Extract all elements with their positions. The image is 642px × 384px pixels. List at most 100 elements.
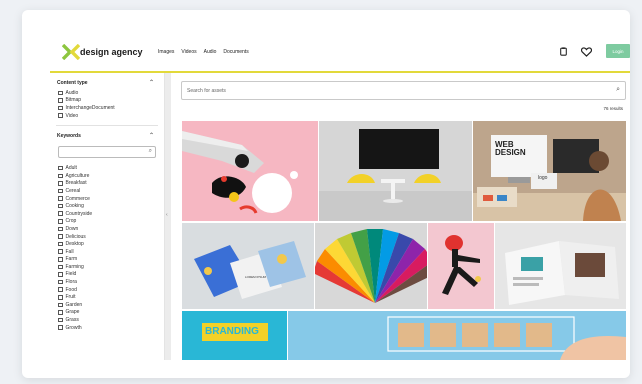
image-tile-wood-blocks[interactable] xyxy=(288,311,626,360)
checkbox[interactable] xyxy=(58,241,63,247)
checkbox[interactable] xyxy=(58,226,63,232)
login-button[interactable]: Login xyxy=(606,44,630,58)
checkbox[interactable] xyxy=(58,98,63,103)
keyword-option[interactable]: Agriculture xyxy=(50,172,164,180)
checkbox[interactable] xyxy=(58,264,63,270)
checkbox[interactable] xyxy=(58,165,63,171)
keyword-option-label: Fall xyxy=(65,248,74,255)
image-tile-color-swatches[interactable] xyxy=(315,223,427,309)
content-type-option-label: Bitmap xyxy=(65,97,82,104)
keyword-option[interactable]: Down xyxy=(50,225,164,233)
keyword-option[interactable]: Food xyxy=(50,286,164,294)
asset-search-input[interactable]: Search for assets ⌕ xyxy=(181,81,626,100)
keyword-option[interactable]: Crop xyxy=(50,218,164,226)
keyword-option[interactable]: Garden xyxy=(50,301,164,309)
image-tile-collage-figure[interactable] xyxy=(428,223,494,309)
keyword-option[interactable]: Farming xyxy=(50,263,164,271)
checkbox[interactable] xyxy=(58,181,63,186)
brand-name[interactable]: design agency xyxy=(80,47,143,57)
keyword-option[interactable]: Cooking xyxy=(50,202,164,210)
checkbox[interactable] xyxy=(58,257,63,262)
chevron-up-icon[interactable]: ⌃ xyxy=(149,132,154,139)
keyword-option[interactable]: Breakfast xyxy=(50,180,164,188)
keyword-option-label: Cereal xyxy=(65,187,81,194)
collapse-arrow-icon[interactable]: ‹ xyxy=(166,212,168,218)
keyword-option[interactable]: Commerce xyxy=(50,195,164,203)
keyword-option[interactable]: Flora xyxy=(50,278,164,286)
checkbox[interactable] xyxy=(58,295,63,300)
checkbox[interactable] xyxy=(58,325,63,330)
content-type-header[interactable]: Content type ⌃ xyxy=(50,73,164,89)
keyword-option[interactable]: Fruit xyxy=(50,293,164,301)
checkbox[interactable] xyxy=(58,211,63,216)
nav-images[interactable]: Images xyxy=(158,49,174,55)
checkbox[interactable] xyxy=(58,249,63,254)
image-tile-web-design[interactable]: WEB DESIGN logo xyxy=(473,121,626,221)
content-type-option-label: Video xyxy=(65,112,79,119)
collage-figure-illustration xyxy=(442,235,481,295)
content-type-list: Audio Bitmap InterchangeDocument Video xyxy=(50,89,164,119)
keyword-option-label: Countryside xyxy=(65,210,93,217)
desk-illustration xyxy=(473,121,626,221)
search-icon[interactable]: ⌕ xyxy=(616,86,620,94)
keywords-header[interactable]: Keywords ⌃ xyxy=(50,126,164,142)
keyword-search-input[interactable]: ⌕ xyxy=(58,146,156,159)
keywords-title: Keywords xyxy=(57,133,81,140)
keyword-list: Adult Agriculture Breakfast Cereal Commerce C… xyxy=(50,164,164,331)
image-tile-hand-card[interactable] xyxy=(182,121,318,221)
keyword-option[interactable]: Farm xyxy=(50,256,164,264)
logo-icon[interactable] xyxy=(62,44,80,60)
chevron-up-icon[interactable]: ⌃ xyxy=(149,79,154,86)
nav-audio[interactable]: Audio xyxy=(204,49,217,55)
content-type-option[interactable]: Video xyxy=(50,112,164,120)
content-type-option[interactable]: Audio xyxy=(50,89,164,97)
checkbox[interactable] xyxy=(58,173,63,179)
checkbox[interactable] xyxy=(58,113,63,118)
clipboard-icon[interactable] xyxy=(560,47,567,56)
content-type-title: Content type xyxy=(57,80,88,86)
keyword-option[interactable]: Field xyxy=(50,271,164,279)
content-type-option[interactable]: InterchangeDocument xyxy=(50,104,164,112)
checkbox[interactable] xyxy=(58,90,63,96)
keyword-option[interactable]: Fall xyxy=(50,248,164,256)
main-nav: Images Videos Audio Documents xyxy=(158,49,249,55)
nav-documents[interactable]: Documents xyxy=(223,49,248,55)
search-icon[interactable]: ⌕ xyxy=(149,148,152,155)
checkbox[interactable] xyxy=(58,279,63,285)
image-tile-interior[interactable] xyxy=(319,121,472,221)
checkbox[interactable] xyxy=(58,317,63,323)
interior-illustration xyxy=(319,121,472,221)
checkbox[interactable] xyxy=(58,272,63,277)
checkbox[interactable] xyxy=(58,287,63,292)
checkbox[interactable] xyxy=(58,188,63,194)
heart-icon[interactable] xyxy=(581,47,592,57)
results-count: 76 results xyxy=(603,106,623,111)
keyword-option-label: Food xyxy=(65,286,77,293)
keyword-option-label: Breakfast xyxy=(65,180,87,187)
keyword-option[interactable]: Grape xyxy=(50,309,164,317)
keyword-option[interactable]: Grass xyxy=(50,316,164,324)
checkbox[interactable] xyxy=(58,105,63,111)
checkbox[interactable] xyxy=(58,196,63,201)
keyword-option-label: Agriculture xyxy=(65,172,90,179)
image-tile-business-cards[interactable]: LOREM IPSUM xyxy=(182,223,314,309)
keyword-option[interactable]: Desktop xyxy=(50,240,164,248)
keyword-option-label: Delicious xyxy=(65,233,86,240)
checkbox[interactable] xyxy=(58,310,63,315)
content-type-option[interactable]: Bitmap xyxy=(50,97,164,105)
keyword-option[interactable]: Adult xyxy=(50,164,164,172)
checkbox[interactable] xyxy=(58,203,63,209)
image-tile-magazine[interactable] xyxy=(495,223,626,309)
keyword-option[interactable]: Cereal xyxy=(50,187,164,195)
keyword-option[interactable]: Delicious xyxy=(50,233,164,241)
keyword-option[interactable]: Growth xyxy=(50,324,164,332)
checkbox[interactable] xyxy=(58,302,63,308)
nav-videos[interactable]: Videos xyxy=(181,49,196,55)
checkbox[interactable] xyxy=(58,219,63,224)
checkbox[interactable] xyxy=(58,234,63,239)
keyword-option-label: Desktop xyxy=(65,241,84,248)
keyword-option[interactable]: Countryside xyxy=(50,210,164,218)
filter-sidebar: Content type ⌃ Audio Bitmap InterchangeDoc… xyxy=(50,73,165,360)
image-tile-branding[interactable]: BRANDING xyxy=(182,311,287,360)
search-placeholder: Search for assets xyxy=(187,88,226,94)
